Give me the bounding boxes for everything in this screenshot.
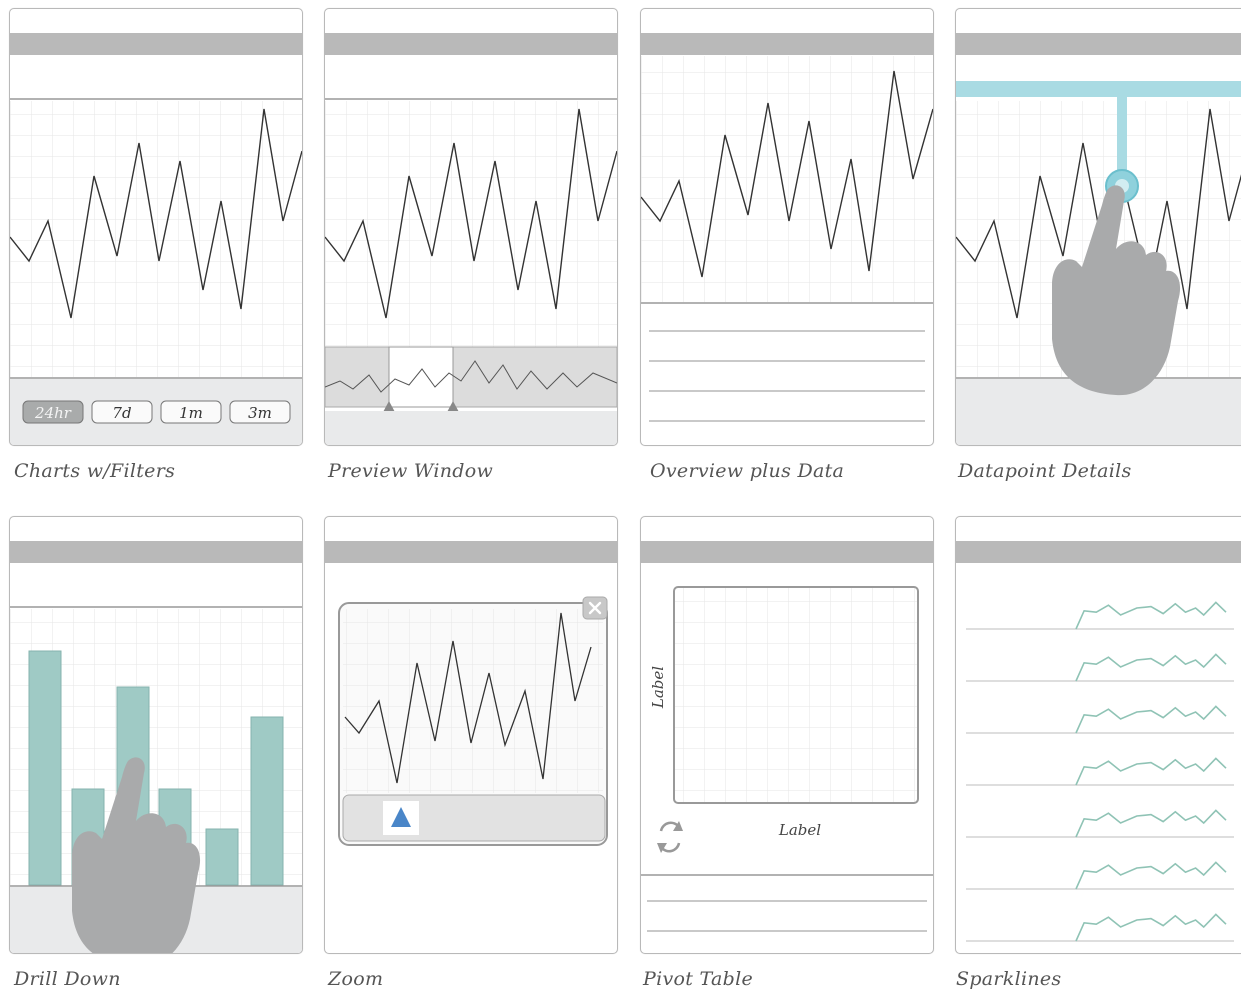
header-bar — [641, 541, 933, 563]
panel-zoom — [324, 516, 618, 954]
bar[interactable] — [28, 650, 62, 886]
bar[interactable] — [205, 828, 239, 886]
header-bar — [325, 541, 617, 563]
header-bar — [956, 541, 1241, 563]
caption-sparklines: Sparklines — [956, 968, 1062, 990]
sparkline[interactable] — [1075, 861, 1227, 890]
pivot-table-sketch: Label Label — [641, 541, 933, 932]
pivot-grid — [673, 586, 919, 804]
detail-banner — [956, 81, 1241, 97]
pivot-x-label[interactable]: Label — [778, 821, 821, 839]
sparkline[interactable] — [1075, 757, 1227, 786]
panel-pivot-table: Label Label — [640, 516, 934, 954]
sparkline[interactable] — [1075, 705, 1227, 734]
preview-track — [325, 346, 617, 408]
filter-7d-button[interactable]: 7d — [91, 400, 153, 424]
chart-grid — [641, 56, 933, 302]
sparkline[interactable] — [1075, 653, 1227, 682]
filter-24hr-button[interactable]: 24hr — [22, 400, 84, 424]
panel-preview-window — [324, 8, 618, 446]
header-bar — [956, 33, 1241, 55]
panel-charts-filters: 24hr 7d 1m 3m — [9, 8, 303, 446]
charts-filters-sketch: 24hr 7d 1m 3m — [10, 33, 302, 445]
svg-text:1m: 1m — [179, 404, 203, 422]
panel-drill-down — [9, 516, 303, 954]
panel-datapoint-details — [955, 8, 1241, 446]
pivot-y-label[interactable]: Label — [649, 666, 667, 709]
header-bar — [641, 33, 933, 55]
overview-plus-data-sketch — [641, 33, 933, 422]
zoom-popup — [338, 602, 608, 846]
caption-zoom: Zoom — [328, 968, 384, 990]
sparkline[interactable] — [1075, 809, 1227, 838]
svg-text:3m: 3m — [248, 404, 272, 422]
filter-1m-button[interactable]: 1m — [160, 400, 222, 424]
panel-overview-plus-data — [640, 8, 934, 446]
data-rows — [649, 330, 925, 422]
drill-down-sketch — [10, 541, 302, 953]
bar[interactable] — [250, 716, 284, 886]
svg-text:24hr: 24hr — [34, 404, 72, 422]
header-bar — [10, 33, 302, 55]
filter-3m-button[interactable]: 3m — [229, 400, 291, 424]
data-rows — [647, 900, 927, 932]
preview-window-selection[interactable] — [388, 346, 454, 408]
zoom-sketch — [325, 541, 617, 846]
caption-charts-filters: Charts w/Filters — [14, 460, 176, 482]
caption-pivot-table: Pivot Table — [643, 968, 754, 990]
swap-axes-icon[interactable] — [657, 821, 683, 853]
datapoint-details-sketch — [956, 33, 1241, 445]
header-bar — [10, 541, 302, 563]
chart-grid — [325, 101, 617, 347]
caption-datapoint-details: Datapoint Details — [958, 460, 1132, 482]
sparkline[interactable] — [1075, 601, 1227, 630]
caption-preview-window: Preview Window — [328, 460, 494, 482]
panel-sparklines — [955, 516, 1241, 954]
sparkline[interactable] — [1075, 913, 1227, 942]
sparkline-rows — [966, 601, 1234, 942]
svg-text:7d: 7d — [112, 404, 131, 422]
chart-grid — [10, 101, 302, 377]
preview-window-sketch — [325, 33, 617, 445]
sparklines-sketch — [956, 541, 1241, 942]
close-icon[interactable] — [582, 596, 608, 620]
header-bar — [325, 33, 617, 55]
caption-drill-down: Drill Down — [14, 968, 121, 990]
caption-overview-plus-data: Overview plus Data — [650, 460, 845, 482]
